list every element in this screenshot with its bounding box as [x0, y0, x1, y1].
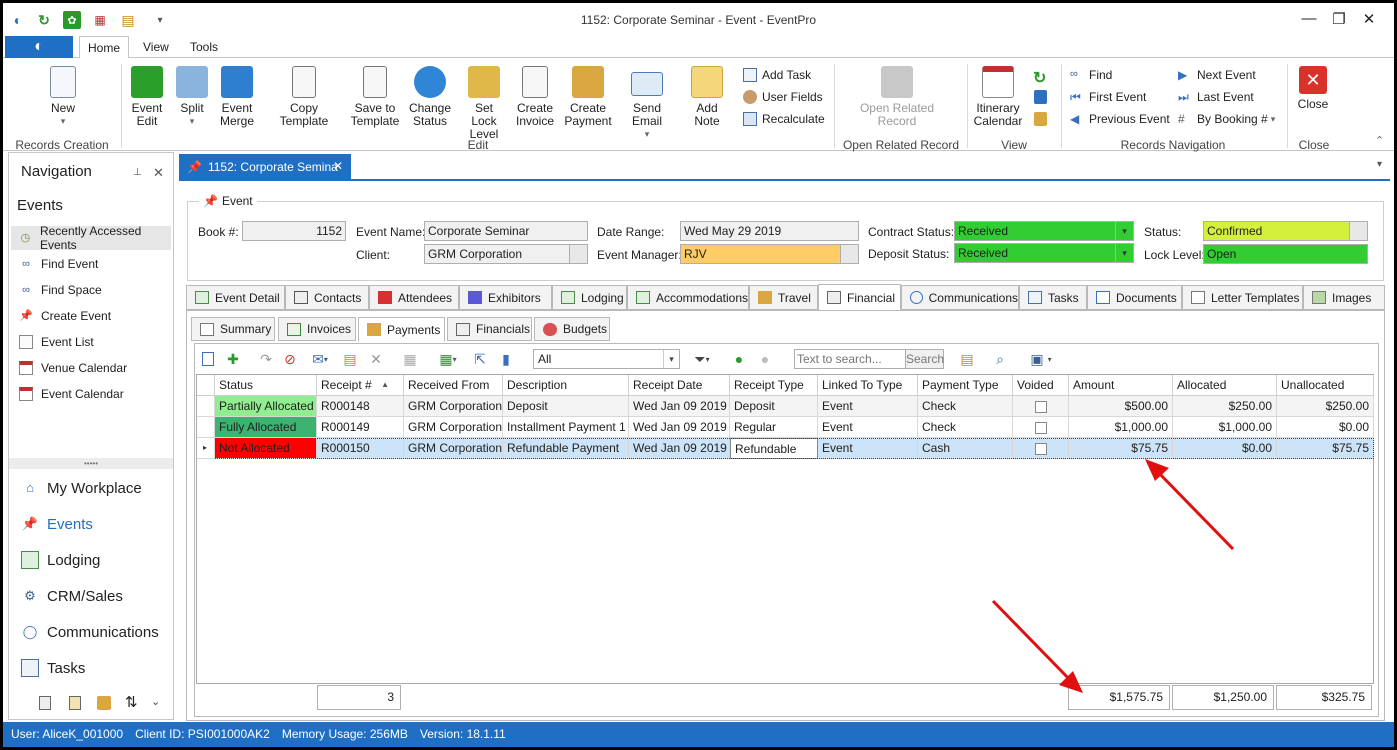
annotation-arrow — [1145, 459, 1235, 551]
status-user: User: AliceK_001000 — [11, 727, 124, 741]
status-memory: Memory Usage: 256MB — [281, 727, 408, 741]
status-bar: User: AliceK_001000 Client ID: PSI001000… — [3, 722, 1394, 747]
app-window: ◐ ↻ ✿ ▦ ▤ ▾ 1152: Corporate Seminar - Ev… — [3, 3, 1394, 747]
status-version: Version: 18.1.11 — [419, 727, 506, 741]
annotation-arrow — [991, 599, 1083, 693]
status-client-id: Client ID: PSI001000AK2 — [135, 727, 270, 741]
annotation-arrows — [991, 459, 1235, 693]
